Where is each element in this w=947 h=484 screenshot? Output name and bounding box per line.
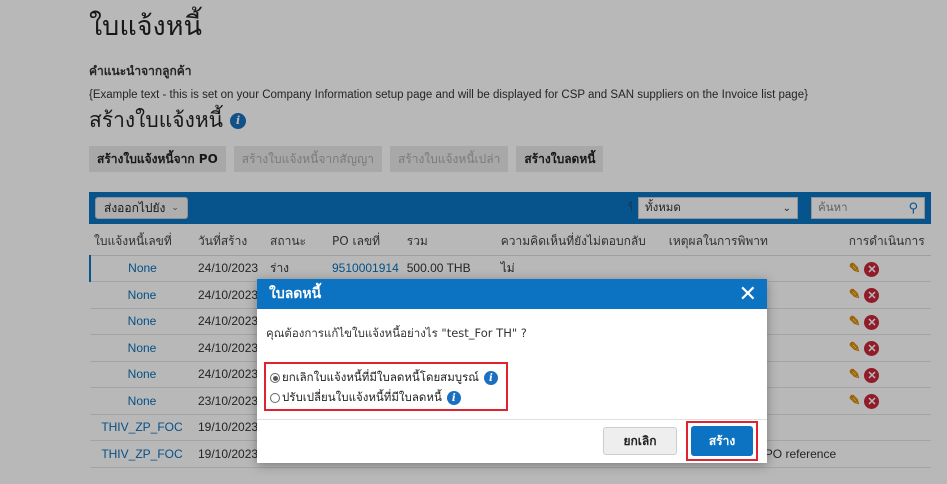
dialog-divider xyxy=(257,419,767,420)
credit-option-group: ยกเลิกใบแจ้งหนี้ที่มีใบลดหนี้โดยสมบูรณ์ … xyxy=(264,362,508,411)
option-cancel-invoice[interactable]: ยกเลิกใบแจ้งหนี้ที่มีใบลดหนี้โดยสมบูรณ์ … xyxy=(270,368,502,388)
create-button[interactable]: สร้าง xyxy=(691,426,753,456)
radio-adjust-invoice[interactable] xyxy=(270,393,280,403)
option-cancel-invoice-label: ยกเลิกใบแจ้งหนี้ที่มีใบลดหนี้โดยสมบูรณ์ xyxy=(282,370,479,384)
credit-memo-dialog: ใบลดหนี้ ✕ คุณต้องการแก้ไขใบแจ้งหนี้อย่า… xyxy=(257,279,767,463)
create-button-highlight: สร้าง xyxy=(686,421,758,461)
info-icon[interactable]: i xyxy=(446,391,461,405)
option-adjust-invoice[interactable]: ปรับเปลี่ยนใบแจ้งหนี้ที่มีใบลดหนี้ i xyxy=(270,388,502,408)
radio-cancel-invoice[interactable] xyxy=(270,373,280,383)
invoice-page: ใบแจ้งหนี้ คำแนะนำจากลูกค้า {Example tex… xyxy=(0,0,947,484)
option-adjust-invoice-label: ปรับเปลี่ยนใบแจ้งหนี้ที่มีใบลดหนี้ xyxy=(282,390,442,404)
dialog-header: ใบลดหนี้ ✕ xyxy=(257,279,767,309)
dialog-question: คุณต้องการแก้ไขใบแจ้งหนี้อย่างไร "test_F… xyxy=(266,326,527,340)
cancel-button[interactable]: ยกเลิก xyxy=(603,427,677,455)
dialog-title: ใบลดหนี้ xyxy=(269,286,322,302)
info-icon[interactable]: i xyxy=(483,371,498,385)
close-icon[interactable]: ✕ xyxy=(739,283,757,305)
